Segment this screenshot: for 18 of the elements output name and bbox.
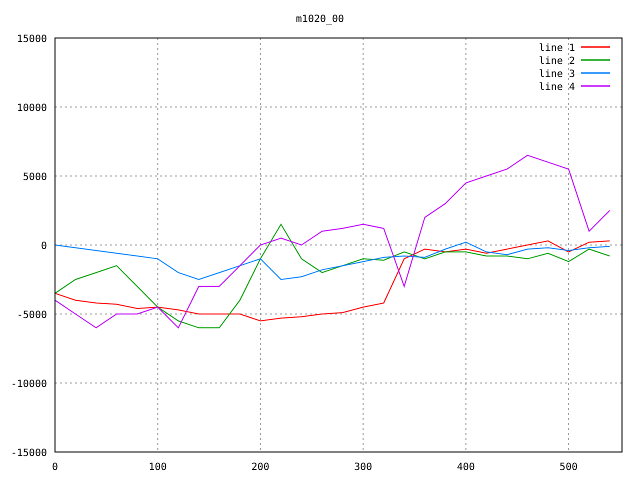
tick-label: 500	[560, 462, 578, 473]
legend-label: line 3	[538, 69, 575, 80]
tick-label: 10000	[16, 103, 47, 114]
tick-label: -10000	[10, 379, 47, 390]
tick-label: 200	[251, 462, 270, 473]
tick-label: 400	[456, 462, 475, 473]
legend-label: line 1	[538, 43, 575, 54]
tick-label: 5000	[22, 172, 47, 183]
tick-label: 100	[148, 462, 167, 473]
legend-label: line 4	[538, 82, 575, 93]
chart-title: m1020_00	[296, 14, 344, 25]
tick-label: 0	[52, 462, 58, 473]
tick-label: 15000	[16, 34, 47, 45]
legend-label: line 2	[538, 56, 575, 67]
tick-label: 300	[354, 462, 372, 473]
tick-label: -15000	[10, 448, 47, 459]
tick-label: 0	[40, 241, 47, 252]
tick-label: -5000	[16, 310, 47, 321]
